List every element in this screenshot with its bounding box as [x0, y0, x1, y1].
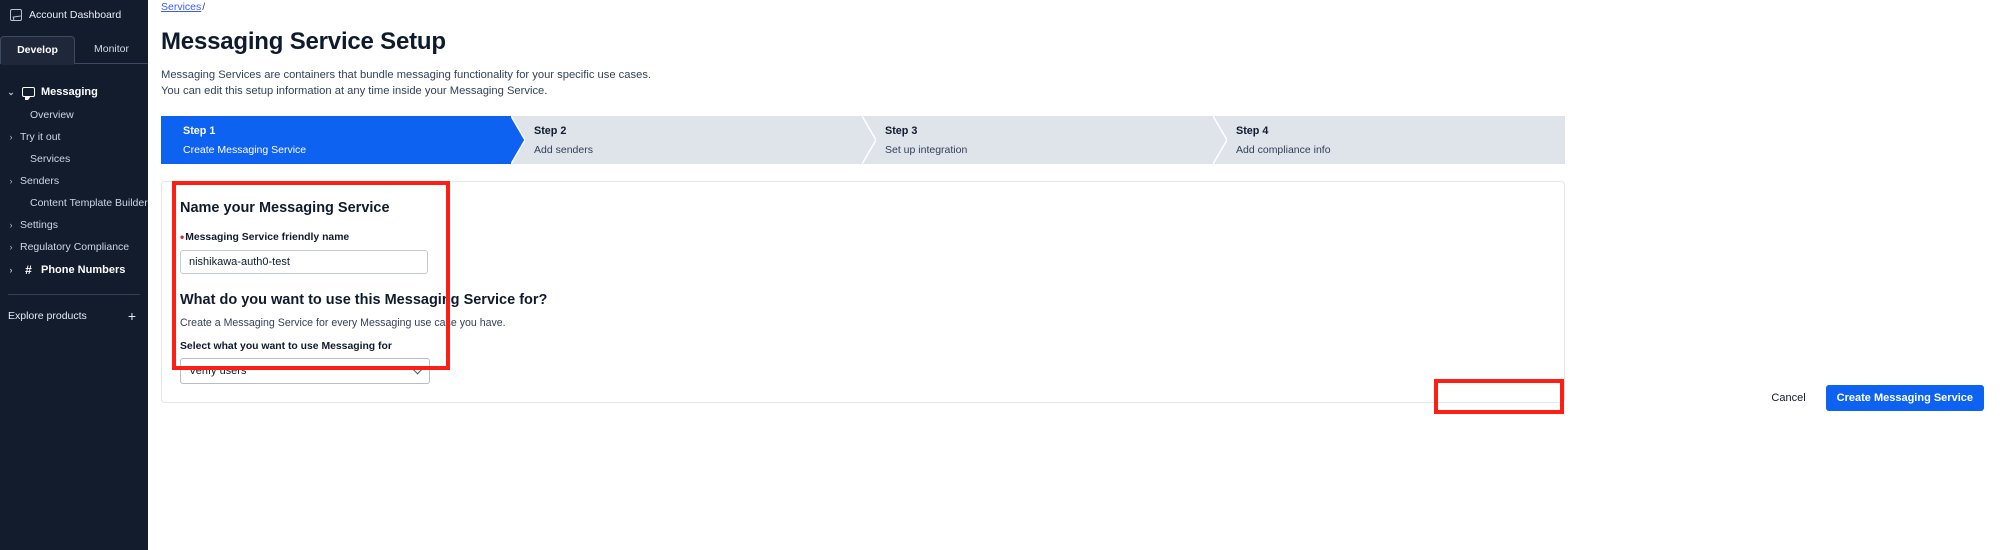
sidebar-item-content-template-builder-label: Content Template Builder	[30, 197, 148, 209]
cancel-button[interactable]: Cancel	[1767, 386, 1809, 410]
main-content: Services/ Messaging Service Setup Messag…	[148, 0, 2000, 550]
section-name-service-title: Name your Messaging Service	[180, 200, 390, 216]
friendly-name-label-text: Messaging Service friendly name	[185, 231, 350, 243]
sidebar-item-content-template-builder[interactable]: Content Template Builder	[0, 192, 148, 214]
chevron-right-icon: ›	[9, 220, 13, 230]
sidebar-group-messaging-label: Messaging	[41, 86, 98, 98]
app-root: Account Dashboard Develop Monitor ⌄ Mess…	[0, 0, 2000, 550]
sidebar-item-settings[interactable]: › Settings	[0, 214, 148, 236]
chat-icon	[22, 87, 35, 100]
sidebar-item-regulatory-compliance[interactable]: › Regulatory Compliance	[0, 236, 148, 258]
step-1[interactable]: Step 1 Create Messaging Service	[161, 116, 525, 164]
chevron-down-icon: ⌄	[7, 86, 15, 97]
sidebar-item-senders-label: Senders	[20, 175, 60, 187]
chevron-right-icon: ›	[9, 265, 13, 275]
tab-develop-label: Develop	[17, 44, 58, 56]
chevron-right-icon: ›	[9, 242, 13, 252]
sidebar-item-overview-label: Overview	[30, 109, 74, 121]
usecase-select[interactable]: Verify users	[180, 358, 430, 384]
step-3-number: Step 3	[885, 125, 918, 137]
page-description-line1: Messaging Services are containers that b…	[161, 69, 652, 81]
step-3[interactable]: Step 3 Set up integration	[863, 116, 1227, 164]
sidebar-item-try-it-out[interactable]: › Try it out	[0, 126, 148, 148]
step-4-label: Add compliance info	[1236, 144, 1331, 156]
step-4[interactable]: Step 4 Add compliance info	[1214, 116, 1565, 164]
sidebar-item-try-it-out-label: Try it out	[20, 131, 61, 143]
page-title: Messaging Service Setup	[161, 28, 446, 55]
page-description-line2: You can edit this setup information at a…	[161, 84, 548, 97]
sidebar-item-overview[interactable]: Overview	[0, 104, 148, 126]
usecase-select-wrapper: Verify users	[180, 358, 430, 384]
sidebar-tabs: Develop Monitor	[0, 36, 148, 65]
step-3-label: Set up integration	[885, 144, 968, 156]
dashboard-icon	[10, 9, 22, 21]
sidebar-item-services-label: Services	[30, 153, 71, 165]
page-description: Messaging Services are containers that b…	[161, 68, 1984, 99]
plus-icon: +	[127, 308, 136, 324]
section-usecase-title: What do you want to use this Messaging S…	[180, 292, 548, 308]
setup-stepper: Step 1 Create Messaging Service Step 2 A…	[161, 116, 1565, 164]
friendly-name-input[interactable]	[180, 250, 428, 274]
tab-monitor[interactable]: Monitor	[75, 36, 148, 64]
step-2-label: Add senders	[534, 144, 593, 156]
account-dashboard-label: Account Dashboard	[29, 9, 122, 21]
tab-develop[interactable]: Develop	[0, 36, 75, 65]
usecase-select-label: Select what you want to use Messaging fo…	[180, 341, 392, 352]
step-1-number: Step 1	[183, 125, 216, 137]
step-1-arrow-icon	[511, 116, 525, 164]
setup-form-card: Name your Messaging Service •Messaging S…	[161, 181, 1565, 403]
sidebar-group-phone-numbers[interactable]: › # Phone Numbers	[0, 258, 148, 282]
create-messaging-service-button[interactable]: Create Messaging Service	[1825, 385, 1984, 411]
chevron-right-icon: ›	[9, 176, 13, 186]
sidebar-item-senders[interactable]: › Senders	[0, 170, 148, 192]
sidebar-nav: ⌄ Messaging Overview › Try it out Servic…	[0, 80, 148, 282]
step-4-number: Step 4	[1236, 125, 1269, 137]
breadcrumb: Services/	[161, 0, 1984, 14]
breadcrumb-separator: /	[202, 1, 206, 13]
sidebar-item-settings-label: Settings	[20, 219, 58, 231]
form-footer: Cancel Create Messaging Service	[1767, 385, 1984, 411]
breadcrumb-link-services[interactable]: Services	[161, 1, 201, 13]
step-2-number: Step 2	[534, 125, 567, 137]
sidebar-account-dashboard[interactable]: Account Dashboard	[0, 4, 148, 26]
explore-products-label: Explore products	[8, 310, 87, 322]
step-2[interactable]: Step 2 Add senders	[512, 116, 876, 164]
step-1-label: Create Messaging Service	[183, 144, 307, 156]
sidebar-group-messaging[interactable]: ⌄ Messaging	[0, 80, 148, 104]
step-3-arrow-icon	[1213, 116, 1227, 164]
sidebar: Account Dashboard Develop Monitor ⌄ Mess…	[0, 0, 148, 550]
friendly-name-label: •Messaging Service friendly name	[180, 230, 1546, 244]
tab-monitor-label: Monitor	[93, 43, 129, 55]
section-usecase-helper: Create a Messaging Service for every Mes…	[180, 317, 506, 329]
chevron-right-icon: ›	[9, 132, 13, 142]
hash-icon: #	[25, 263, 32, 277]
sidebar-item-services[interactable]: Services	[0, 148, 148, 170]
sidebar-explore-products[interactable]: Explore products +	[0, 295, 148, 323]
sidebar-group-phone-numbers-label: Phone Numbers	[41, 264, 126, 276]
sidebar-item-regulatory-compliance-label: Regulatory Compliance	[20, 241, 130, 253]
required-marker-icon: •	[180, 230, 185, 244]
step-2-arrow-icon	[862, 116, 876, 164]
